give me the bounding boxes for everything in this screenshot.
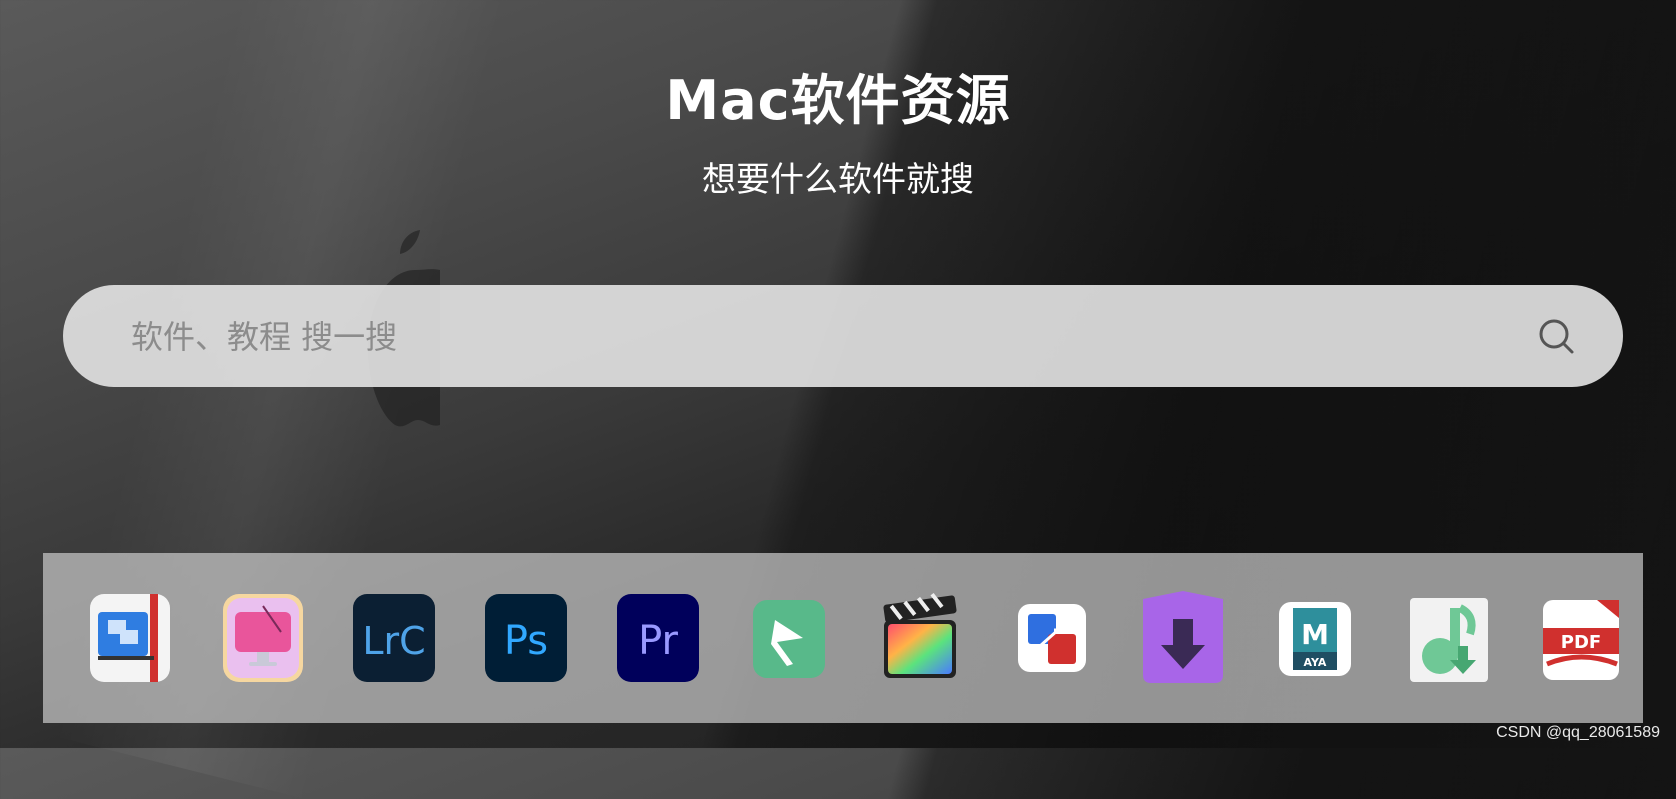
- search-icon[interactable]: [1537, 317, 1575, 355]
- watermark: CSDN @qq_28061589: [1496, 724, 1660, 741]
- app-dock: LrC Ps Pr M AYA PDF: [43, 553, 1643, 723]
- cleanmymac-icon[interactable]: [218, 589, 308, 687]
- lrc-label: LrC: [362, 619, 425, 663]
- premiere-pro-icon[interactable]: Pr: [613, 589, 703, 687]
- downie-icon[interactable]: [1138, 589, 1228, 687]
- page-subtitle: 想要什么软件就搜: [702, 160, 974, 200]
- maya-sublabel: AYA: [1304, 656, 1327, 669]
- lightroom-classic-icon[interactable]: LrC: [349, 589, 439, 687]
- pdf-label: PDF: [1561, 632, 1601, 653]
- search-bar: [63, 285, 1623, 389]
- pdf-reader-icon[interactable]: PDF: [1534, 589, 1624, 687]
- final-cut-pro-icon[interactable]: [875, 589, 965, 687]
- app-window-manager-icon[interactable]: [85, 589, 175, 687]
- page-title: Mac软件资源: [665, 69, 1011, 132]
- photoshop-icon[interactable]: Ps: [481, 589, 571, 687]
- maya-icon[interactable]: M AYA: [1270, 589, 1360, 687]
- music-downloader-icon[interactable]: [1403, 589, 1493, 687]
- green-arrow-app-icon[interactable]: [744, 589, 834, 687]
- pr-label: Pr: [638, 618, 678, 664]
- search-input[interactable]: [129, 285, 1513, 389]
- maya-label: M: [1301, 618, 1329, 651]
- ps-label: Ps: [504, 618, 548, 664]
- parallels-migration-icon[interactable]: [1007, 589, 1097, 687]
